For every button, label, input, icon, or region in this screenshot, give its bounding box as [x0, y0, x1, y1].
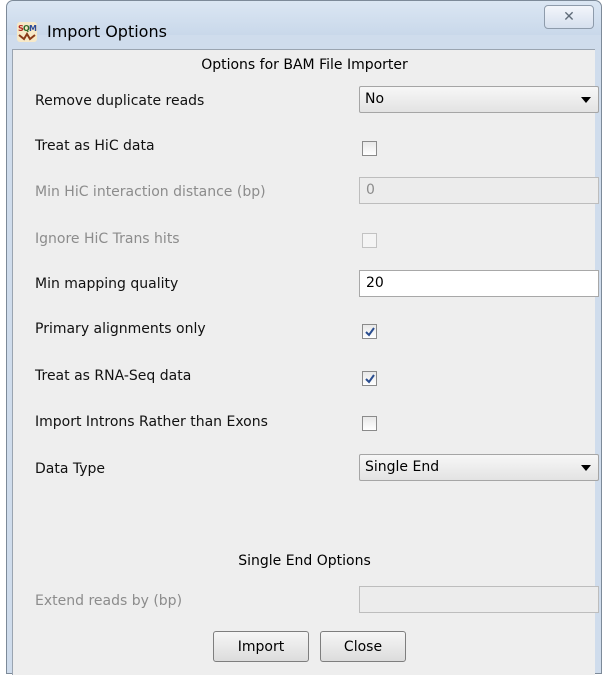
primary-only-label: Primary alignments only: [35, 321, 206, 337]
data-type-label: Data Type: [35, 461, 106, 477]
window-close-button[interactable]: ✕: [544, 5, 594, 29]
min-hic-distance-field[interactable]: 0: [359, 177, 599, 204]
remove-duplicates-label: Remove duplicate reads: [35, 93, 205, 109]
treat-rnaseq-checkbox[interactable]: [362, 371, 377, 386]
check-icon: [365, 327, 375, 337]
import-introns-checkbox[interactable]: [362, 416, 377, 431]
min-hic-distance-label: Min HiC interaction distance (bp): [35, 184, 266, 200]
min-mapping-quality-label: Min mapping quality: [35, 276, 179, 292]
close-button[interactable]: Close: [320, 631, 406, 662]
import-introns-label: Import Introns Rather than Exons: [35, 414, 268, 430]
options-header: Options for BAM File Importer: [201, 57, 408, 73]
data-type-value: Single End: [365, 459, 440, 475]
ignore-hic-trans-checkbox[interactable]: [362, 233, 377, 248]
close-icon: ✕: [563, 9, 575, 25]
extend-reads-field[interactable]: [359, 586, 599, 613]
treat-hic-label: Treat as HiC data: [35, 138, 155, 154]
import-options-window: S Q M Import Options ✕ Options for BAM F…: [6, 0, 602, 675]
chevron-down-icon: [581, 97, 591, 103]
svg-text:M: M: [29, 24, 37, 33]
app-icon: S Q M: [16, 21, 38, 43]
min-mapping-quality-field[interactable]: 20: [359, 270, 599, 297]
treat-hic-checkbox[interactable]: [362, 141, 377, 156]
import-button[interactable]: Import: [213, 631, 309, 662]
check-icon: [365, 374, 375, 384]
data-type-select[interactable]: Single End: [359, 454, 599, 481]
chevron-down-icon: [581, 465, 591, 471]
single-end-options-header: Single End Options: [238, 553, 371, 569]
remove-duplicates-value: No: [365, 91, 385, 107]
window-title: Import Options: [47, 22, 167, 41]
treat-rnaseq-label: Treat as RNA-Seq data: [35, 368, 192, 384]
primary-only-checkbox[interactable]: [362, 324, 377, 339]
extend-reads-label: Extend reads by (bp): [35, 593, 183, 609]
remove-duplicates-select[interactable]: No: [359, 86, 599, 113]
dialog-content: Options for BAM File Importer Remove dup…: [12, 49, 599, 675]
ignore-hic-trans-label: Ignore HiC Trans hits: [35, 231, 180, 247]
